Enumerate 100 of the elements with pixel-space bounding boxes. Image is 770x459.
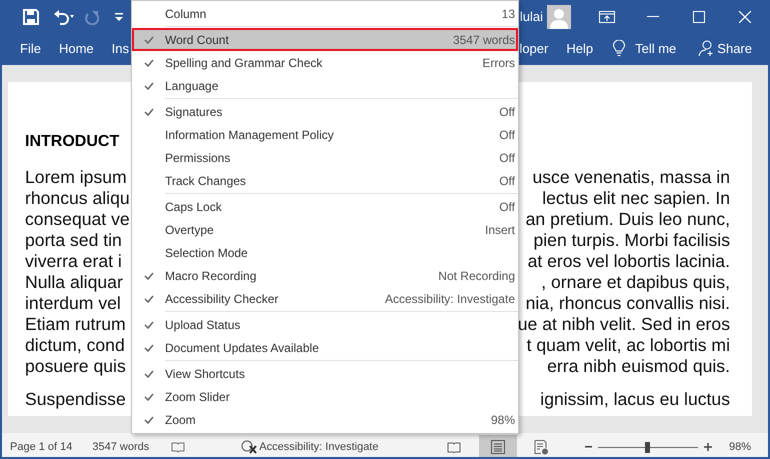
menu-item[interactable]: Signatures Off bbox=[132, 100, 518, 123]
accessibility-status[interactable]: Accessibility: Investigate bbox=[259, 441, 378, 453]
document-text: consequat ve bbox=[25, 209, 130, 230]
menu-item-value: Off bbox=[499, 128, 515, 142]
menu-item-label: Upload Status bbox=[165, 318, 242, 332]
document-text: Etiam rutrum bbox=[25, 314, 126, 335]
share-button[interactable]: Share bbox=[717, 40, 752, 56]
document-text: pien turpis. Morbi facilisis bbox=[533, 230, 730, 251]
menu-item[interactable]: Spelling and Grammar Check Errors bbox=[132, 51, 518, 74]
menu-item[interactable]: Document Updates Available bbox=[132, 336, 518, 359]
menu-item[interactable]: Zoom Slider bbox=[132, 385, 518, 408]
tell-me-field[interactable]: Tell me bbox=[635, 40, 676, 56]
zoom-in-icon[interactable] bbox=[704, 443, 712, 451]
person-add-icon[interactable] bbox=[698, 40, 714, 56]
accessibility-icon[interactable] bbox=[241, 440, 258, 454]
ribbon-tab[interactable]: Help bbox=[566, 40, 594, 56]
menu-item-value: Off bbox=[499, 150, 515, 164]
menu-item-label: View Shortcuts bbox=[165, 366, 246, 380]
menu-item-label: Column bbox=[165, 6, 208, 20]
menu-item[interactable]: Zoom 98% bbox=[132, 408, 518, 431]
menu-item[interactable]: Column 13 bbox=[132, 2, 518, 25]
document-text: dictum, cond bbox=[25, 335, 125, 356]
menu-item-label: Caps Lock bbox=[165, 200, 223, 214]
document-heading: INTRODUCT bbox=[25, 132, 120, 152]
menu-item-value: 3547 words bbox=[452, 32, 515, 46]
menu-item[interactable]: Permissions Off bbox=[132, 146, 518, 169]
menu-item-value: Off bbox=[499, 200, 515, 214]
maximize-icon[interactable] bbox=[693, 10, 705, 22]
document-text: interdum vel bbox=[25, 293, 121, 314]
print-layout-button[interactable] bbox=[478, 435, 517, 457]
lightbulb-icon[interactable] bbox=[613, 40, 626, 56]
menu-item-label: Zoom Slider bbox=[165, 390, 231, 404]
menu-item-label: Overtype bbox=[165, 222, 215, 236]
ribbon-tab[interactable]: loper bbox=[519, 40, 548, 56]
document-text: viverra erat i bbox=[25, 251, 122, 272]
menu-item-label: Permissions bbox=[165, 150, 232, 164]
menu-item-label: Macro Recording bbox=[165, 268, 258, 282]
menu-item[interactable]: Track Changes Off bbox=[132, 169, 518, 192]
web-page-icon bbox=[534, 440, 550, 454]
document-text: posuere quis bbox=[25, 356, 126, 377]
book-icon bbox=[446, 442, 461, 452]
document-text: Suspendisse bbox=[25, 389, 126, 410]
menu-item-label: Spelling and Grammar Check bbox=[165, 56, 324, 70]
menu-item-label: Zoom bbox=[165, 412, 197, 426]
document-text: , ornare et dapibus quis, bbox=[541, 272, 730, 293]
document-text: rhoncus aliqu bbox=[25, 188, 130, 209]
document-text: at eros vel lobortis lacinia. bbox=[528, 251, 730, 272]
menu-item[interactable]: Caps Lock Off bbox=[132, 195, 518, 218]
word-count[interactable]: 3547 words bbox=[92, 441, 150, 453]
menu-item-label: Accessibility Checker bbox=[165, 292, 280, 306]
menu-item[interactable]: Accessibility Checker Accessibility: Investigate bbox=[132, 287, 518, 310]
zoom-level[interactable]: 98% bbox=[728, 441, 751, 453]
menu-item[interactable]: Macro Recording Not Recording bbox=[132, 264, 518, 287]
document-text: ignissim, lacus eu luctus bbox=[540, 389, 730, 410]
menu-item-label: Selection Mode bbox=[165, 246, 249, 260]
document-text: Nulla aliquar bbox=[25, 272, 123, 293]
ribbon-tab[interactable]: File bbox=[20, 40, 41, 56]
menu-item[interactable]: Upload Status bbox=[132, 313, 518, 336]
ribbon-display-icon[interactable] bbox=[599, 10, 615, 22]
document-text: usce venenatis, massa in bbox=[532, 167, 730, 188]
menu-item-value: Not Recording bbox=[438, 268, 515, 282]
document-text: an pretium. Duis leo nunc, bbox=[526, 209, 730, 230]
menu-item-value: Errors bbox=[482, 56, 515, 70]
close-icon[interactable] bbox=[739, 10, 751, 22]
menu-item[interactable]: Selection Mode bbox=[132, 241, 518, 264]
page-count[interactable]: Page 1 of 14 bbox=[10, 441, 72, 453]
menu-item-value: Accessibility: Investigate bbox=[384, 292, 515, 306]
menu-item[interactable]: Overtype Insert bbox=[132, 218, 518, 241]
menu-item-label: Track Changes bbox=[165, 174, 247, 188]
customize-caret-icon[interactable] bbox=[115, 12, 123, 20]
menu-item-value: 13 bbox=[502, 6, 515, 20]
menu-item-label: Word Count bbox=[165, 32, 230, 46]
avatar-icon[interactable] bbox=[547, 4, 571, 28]
zoom-slider-thumb[interactable] bbox=[644, 442, 650, 453]
undo-icon[interactable] bbox=[53, 8, 75, 24]
minimize-icon[interactable] bbox=[647, 16, 659, 18]
menu-item-label: Document Updates Available bbox=[165, 340, 320, 354]
menu-item[interactable]: Information Management Policy Off bbox=[132, 123, 518, 146]
menu-item-value: Off bbox=[499, 174, 515, 188]
user-name: lulai bbox=[520, 9, 543, 24]
menu-item-value: 98% bbox=[490, 412, 515, 426]
menu-item-value: Off bbox=[499, 104, 515, 118]
document-text: porta sed tin bbox=[25, 230, 122, 251]
menu-item-label: Signatures bbox=[165, 104, 224, 118]
menu-item[interactable]: View Shortcuts bbox=[132, 362, 518, 385]
menu-item-value: Insert bbox=[484, 222, 515, 236]
ribbon-tab[interactable]: Home bbox=[58, 40, 94, 56]
menu-item[interactable]: Language bbox=[132, 74, 518, 97]
document-text: erra nibh euismod quis. bbox=[547, 356, 730, 377]
menu-item[interactable]: Word Count 3547 words bbox=[132, 28, 518, 51]
ribbon-tab[interactable]: Ins bbox=[112, 40, 129, 56]
document-text: lectus elit nec sapien. In bbox=[542, 188, 730, 209]
document-text: nia, rhoncus convallis nisi. bbox=[526, 293, 730, 314]
menu-item-label: Language bbox=[165, 78, 220, 92]
document-text: t quam velit, ac lobortis mi bbox=[526, 335, 730, 356]
proofing-book-icon[interactable] bbox=[171, 441, 186, 453]
document-text: ue at nibh velit. Sed in eros bbox=[518, 314, 730, 335]
save-icon[interactable] bbox=[23, 8, 39, 24]
document-text: Lorem ipsum bbox=[25, 167, 127, 188]
page-lines-icon bbox=[490, 440, 505, 454]
